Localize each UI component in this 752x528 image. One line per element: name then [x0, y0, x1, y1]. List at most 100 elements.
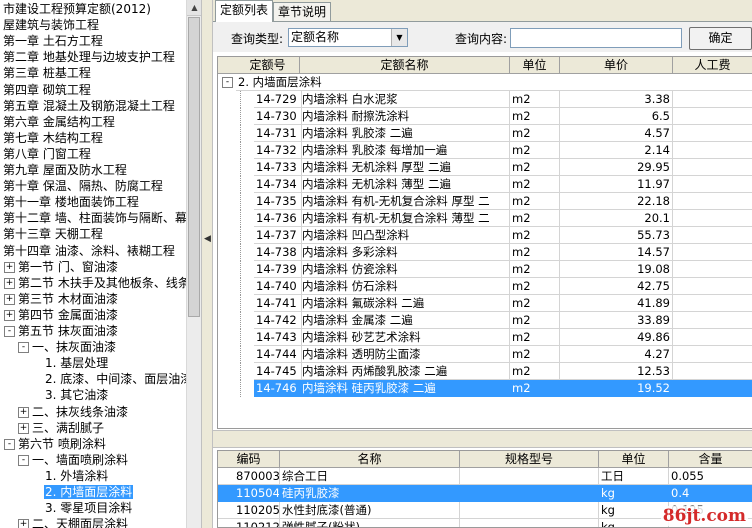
table-row[interactable]: 110504 硅丙乳胶漆 kg 0.4 — [218, 485, 752, 502]
cell-name: 弹性腻子(粉状) — [280, 519, 460, 527]
expand-icon[interactable]: + — [4, 261, 15, 273]
tree-item[interactable]: 2. 底漆、中间漆、面层油漆 — [32, 371, 193, 387]
column-header[interactable]: 单位 — [599, 451, 669, 467]
table-row[interactable]: 14-744 内墙涂料 透明防尘面漆 m2 4.27 — [218, 346, 752, 363]
tree-item[interactable]: - 第六节 喷刷涂料 — [4, 436, 107, 452]
table-row[interactable]: 14-731 内墙涂料 乳胶漆 二遍 m2 4.57 — [218, 125, 752, 142]
table-row[interactable]: 14-733 内墙涂料 无机涂料 厚型 二遍 m2 29.95 — [218, 159, 752, 176]
horizontal-splitter[interactable] — [213, 430, 752, 448]
tree-item[interactable]: 市建设工程预算定额(2012) — [2, 1, 152, 17]
table-row[interactable]: 14-732 内墙涂料 乳胶漆 每增加一遍 m2 2.14 — [218, 142, 752, 159]
collapse-icon[interactable]: - — [18, 342, 29, 354]
expand-icon[interactable]: + — [4, 309, 15, 321]
table-row[interactable]: 14-746 内墙涂料 硅丙乳胶漆 二遍 m2 19.52 — [218, 380, 752, 397]
table-row[interactable]: 14-735 内墙涂料 有机-无机复合涂料 厚型 二 m2 22.18 — [218, 193, 752, 210]
tree-item[interactable]: 第十章 保温、隔热、防腐工程 — [2, 178, 164, 194]
table-row[interactable]: 14-734 内墙涂料 无机涂料 薄型 二遍 m2 11.97 — [218, 176, 752, 193]
tree-item[interactable]: - 一、墙面喷刷涂料 — [18, 452, 129, 468]
tree-item[interactable]: + 二、抹灰线条油漆 — [18, 404, 129, 420]
tree-item[interactable]: 第一章 土石方工程 — [2, 33, 104, 49]
table-row[interactable]: 14-742 内墙涂料 金属漆 二遍 m2 33.89 — [218, 312, 752, 329]
tab-section-notes[interactable]: 章节说明 — [273, 2, 332, 21]
collapse-icon[interactable]: - — [4, 438, 15, 450]
column-header[interactable]: 单位 — [510, 57, 560, 73]
expand-icon[interactable]: + — [18, 519, 29, 528]
column-header[interactable]: 规格型号 — [460, 451, 599, 467]
column-header[interactable]: 名称 — [280, 451, 460, 467]
collapse-icon[interactable]: - — [18, 454, 29, 466]
cell-price: 19.52 — [560, 380, 673, 397]
scroll-up-arrow-icon[interactable]: ▲ — [187, 0, 202, 16]
expand-icon[interactable]: + — [18, 422, 29, 434]
query-type-value: 定额名称 — [291, 30, 340, 44]
cell-price: 55.73 — [560, 227, 673, 244]
quota-grid[interactable]: 定额号 定额名称 单位 单价 人工费 -2. 内墙面层涂料 14-729 内墙涂料 白水泥浆 m… — [217, 56, 752, 429]
tree-item-label: 第八章 门窗工程 — [3, 146, 91, 161]
column-header[interactable]: 单价 — [560, 57, 673, 73]
column-header[interactable]: 人工费 — [673, 57, 752, 73]
tree-item[interactable]: 第三章 桩基工程 — [2, 65, 92, 81]
table-row[interactable]: 14-743 内墙涂料 砂艺艺术涂料 m2 49.86 — [218, 329, 752, 346]
query-type-select[interactable]: 定额名称 ▼ — [288, 28, 408, 47]
chapter-tree[interactable]: 市建设工程预算定额(2012) 屋建筑与装饰工程 第一章 土石方工程 第二章 地基处理… — [0, 0, 201, 528]
table-row[interactable]: 870003 综合工日 工日 0.055 — [218, 468, 752, 485]
cell-unit: m2 — [510, 159, 560, 176]
tree-item[interactable]: 2. 内墙面层涂料 — [32, 484, 134, 500]
group-row[interactable]: -2. 内墙面层涂料 — [218, 74, 752, 91]
cell-labor — [673, 278, 752, 295]
chevron-down-icon[interactable]: ▼ — [391, 29, 407, 46]
query-content-input[interactable] — [510, 28, 682, 48]
table-row[interactable]: 14-730 内墙涂料 耐擦洗涂料 m2 6.5 — [218, 108, 752, 125]
collapse-icon[interactable]: - — [4, 326, 15, 337]
tree-item[interactable]: + 三、满刮腻子 — [18, 420, 105, 436]
tree-item[interactable]: 第六章 金属结构工程 — [2, 114, 116, 130]
tree-item[interactable]: 第十一章 楼地面装饰工程 — [2, 194, 140, 210]
tree-item[interactable]: 1. 基层处理 — [32, 355, 109, 371]
tree-item[interactable]: + 第二节 木扶手及其他板条、线条 — [4, 275, 191, 291]
table-row[interactable]: 14-740 内墙涂料 仿石涂料 m2 42.75 — [218, 278, 752, 295]
tree-item[interactable]: 第五章 混凝土及钢筋混凝土工程 — [2, 98, 176, 114]
column-header[interactable]: 含量 — [669, 451, 752, 467]
tree-item[interactable]: 第九章 屋面及防水工程 — [2, 162, 128, 178]
tree-item[interactable]: + 二、天棚面层涂料 — [18, 516, 129, 528]
column-header[interactable]: 编码 — [218, 451, 280, 467]
tab-bar: 定额列表 章节说明 — [213, 0, 752, 22]
tab-quota-list[interactable]: 定额列表 — [215, 0, 274, 22]
tree-item[interactable]: 第十四章 油漆、涂料、裱糊工程 — [2, 243, 176, 259]
tree-item[interactable]: 第二章 地基处理与边坡支护工程 — [2, 49, 176, 65]
column-header[interactable]: 定额号 — [236, 57, 300, 73]
vertical-splitter[interactable]: ◀ — [201, 0, 213, 528]
tree-item-label: 第一节 门、窗油漆 — [18, 259, 118, 274]
tree-item[interactable]: 第十二章 墙、柱面装饰与隔断、幕 — [2, 210, 188, 226]
tree-item-label: 第十三章 天棚工程 — [3, 227, 103, 242]
table-row[interactable]: 14-745 内墙涂料 丙烯酸乳胶漆 二遍 m2 12.53 — [218, 363, 752, 380]
table-row[interactable]: 14-736 内墙涂料 有机-无机复合涂料 薄型 二 m2 20.1 — [218, 210, 752, 227]
tree-item[interactable]: + 第一节 门、窗油漆 — [4, 259, 119, 275]
tree-item[interactable]: - 一、抹灰面油漆 — [18, 339, 117, 355]
confirm-button[interactable]: 确定 — [689, 27, 752, 50]
table-row[interactable]: 14-729 内墙涂料 白水泥浆 m2 3.38 — [218, 91, 752, 108]
expand-icon[interactable]: + — [4, 277, 15, 289]
tree-item[interactable]: + 第四节 金属面油漆 — [4, 307, 119, 323]
collapse-left-icon[interactable]: ◀ — [204, 234, 211, 244]
tree-item[interactable]: - 第五节 抹灰面油漆 — [4, 323, 119, 339]
table-row[interactable]: 14-739 内墙涂料 仿瓷涂料 m2 19.08 — [218, 261, 752, 278]
table-row[interactable]: 14-738 内墙涂料 多彩涂料 m2 14.57 — [218, 244, 752, 261]
column-header[interactable]: 定额名称 — [300, 57, 510, 73]
tree-item[interactable]: 第八章 门窗工程 — [2, 146, 92, 162]
tree-item[interactable]: 3. 其它油漆 — [32, 387, 109, 403]
table-row[interactable]: 14-737 内墙涂料 凹凸型涂料 m2 55.73 — [218, 227, 752, 244]
tree-item[interactable]: 屋建筑与装饰工程 — [2, 17, 100, 33]
table-row[interactable]: 14-741 内墙涂料 氟碳涂料 二遍 m2 41.89 — [218, 295, 752, 312]
expand-icon[interactable]: + — [4, 293, 15, 305]
tree-item[interactable]: + 第三节 木材面油漆 — [4, 291, 119, 307]
collapse-icon[interactable]: - — [222, 77, 233, 88]
tree-item[interactable]: 第四章 砌筑工程 — [2, 82, 92, 98]
expand-icon[interactable]: + — [18, 406, 29, 418]
tree-vertical-scrollbar[interactable]: ▲ — [186, 0, 202, 528]
scroll-thumb[interactable] — [188, 17, 200, 317]
tree-item[interactable]: 第七章 木结构工程 — [2, 130, 104, 146]
tree-item[interactable]: 第十三章 天棚工程 — [2, 226, 104, 242]
tree-item[interactable]: 1. 外墙涂料 — [32, 468, 109, 484]
tree-item[interactable]: 3. 零星项目涂料 — [32, 500, 133, 516]
